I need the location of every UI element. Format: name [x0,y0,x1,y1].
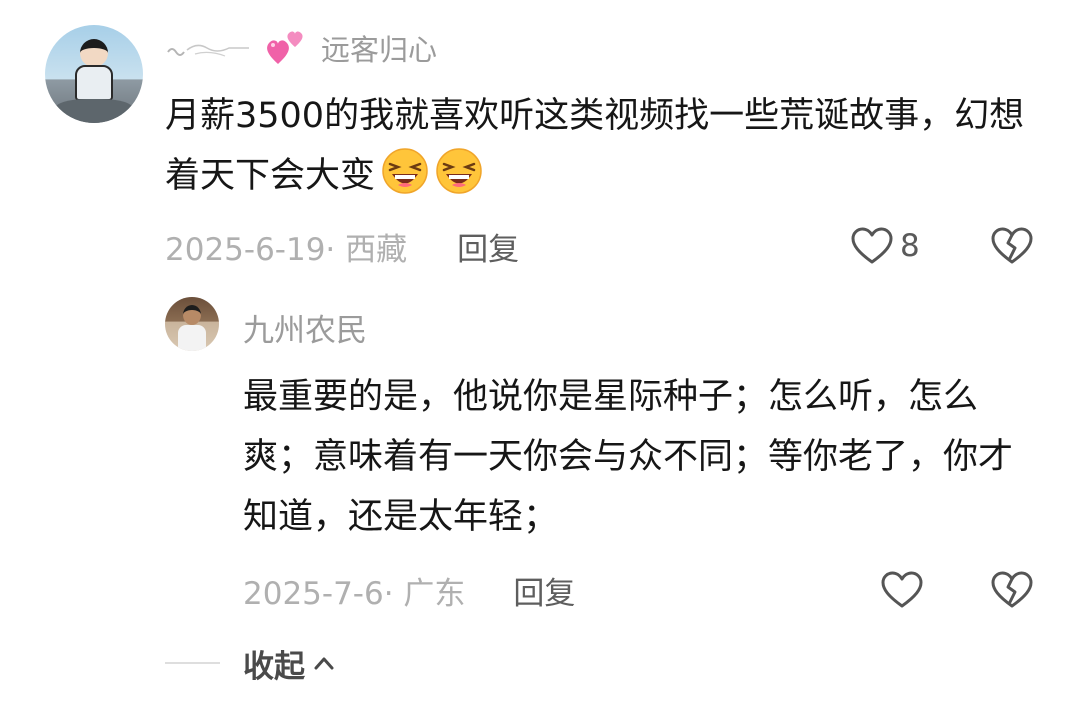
chevron-up-icon [314,657,334,670]
collapse-divider [165,662,220,664]
main-comment-date-location: 2025-6-19· 西藏 [165,231,408,268]
main-comment-dislike-button[interactable] [990,222,1034,270]
main-comment-meta: 2025-6-19· 西藏 回复 [165,222,519,270]
reply-comment-date-location: 2025-7-6· 广东 [243,575,466,612]
laughing-emoji-icon [435,147,483,195]
main-commenter-name-row[interactable]: 远客归心 [165,28,437,68]
broken-heart-icon [991,571,1033,608]
reply-comment-reply-button[interactable]: 回复 [513,568,575,613]
pink-hearts-icon [267,31,303,64]
reply-comment-meta: 2025-7-6· 广东 回复 [243,566,575,614]
main-comment-reply-button[interactable]: 回复 [457,224,519,269]
avatar-reply-commenter[interactable] [165,297,219,351]
reply-comment-text: 最重要的是，他说你是星际种子；怎么听，怎么爽；意味着有一天你会与众不同；等你老了… [243,377,1014,537]
reply-comment-dislike-button[interactable] [990,566,1034,614]
heart-icon [881,571,923,608]
reply-commenter-name[interactable]: 九州农民 [243,305,367,350]
main-comment-text: 月薪3500的我就喜欢听这类视频找一些荒诞故事，幻想着天下会大变 [165,96,1025,196]
reply-comment-like-button[interactable] [880,566,924,614]
broken-heart-icon [991,227,1033,264]
main-comment-like-button[interactable]: 8 [850,222,920,270]
laughing-emoji-icon [381,147,429,195]
nickname-decoration-icon [165,28,307,68]
collapse-replies-button[interactable]: 收起 [243,640,335,686]
main-comment-like-count: 8 [900,228,920,264]
heart-icon [851,227,893,264]
avatar-main-commenter[interactable] [45,25,143,123]
main-commenter-name[interactable]: 远客归心 [321,27,437,69]
collapse-label: 收起 [243,648,305,685]
main-comment-text-block: 月薪3500的我就喜欢听这类视频找一些荒诞故事，幻想着天下会大变 [165,86,1045,206]
